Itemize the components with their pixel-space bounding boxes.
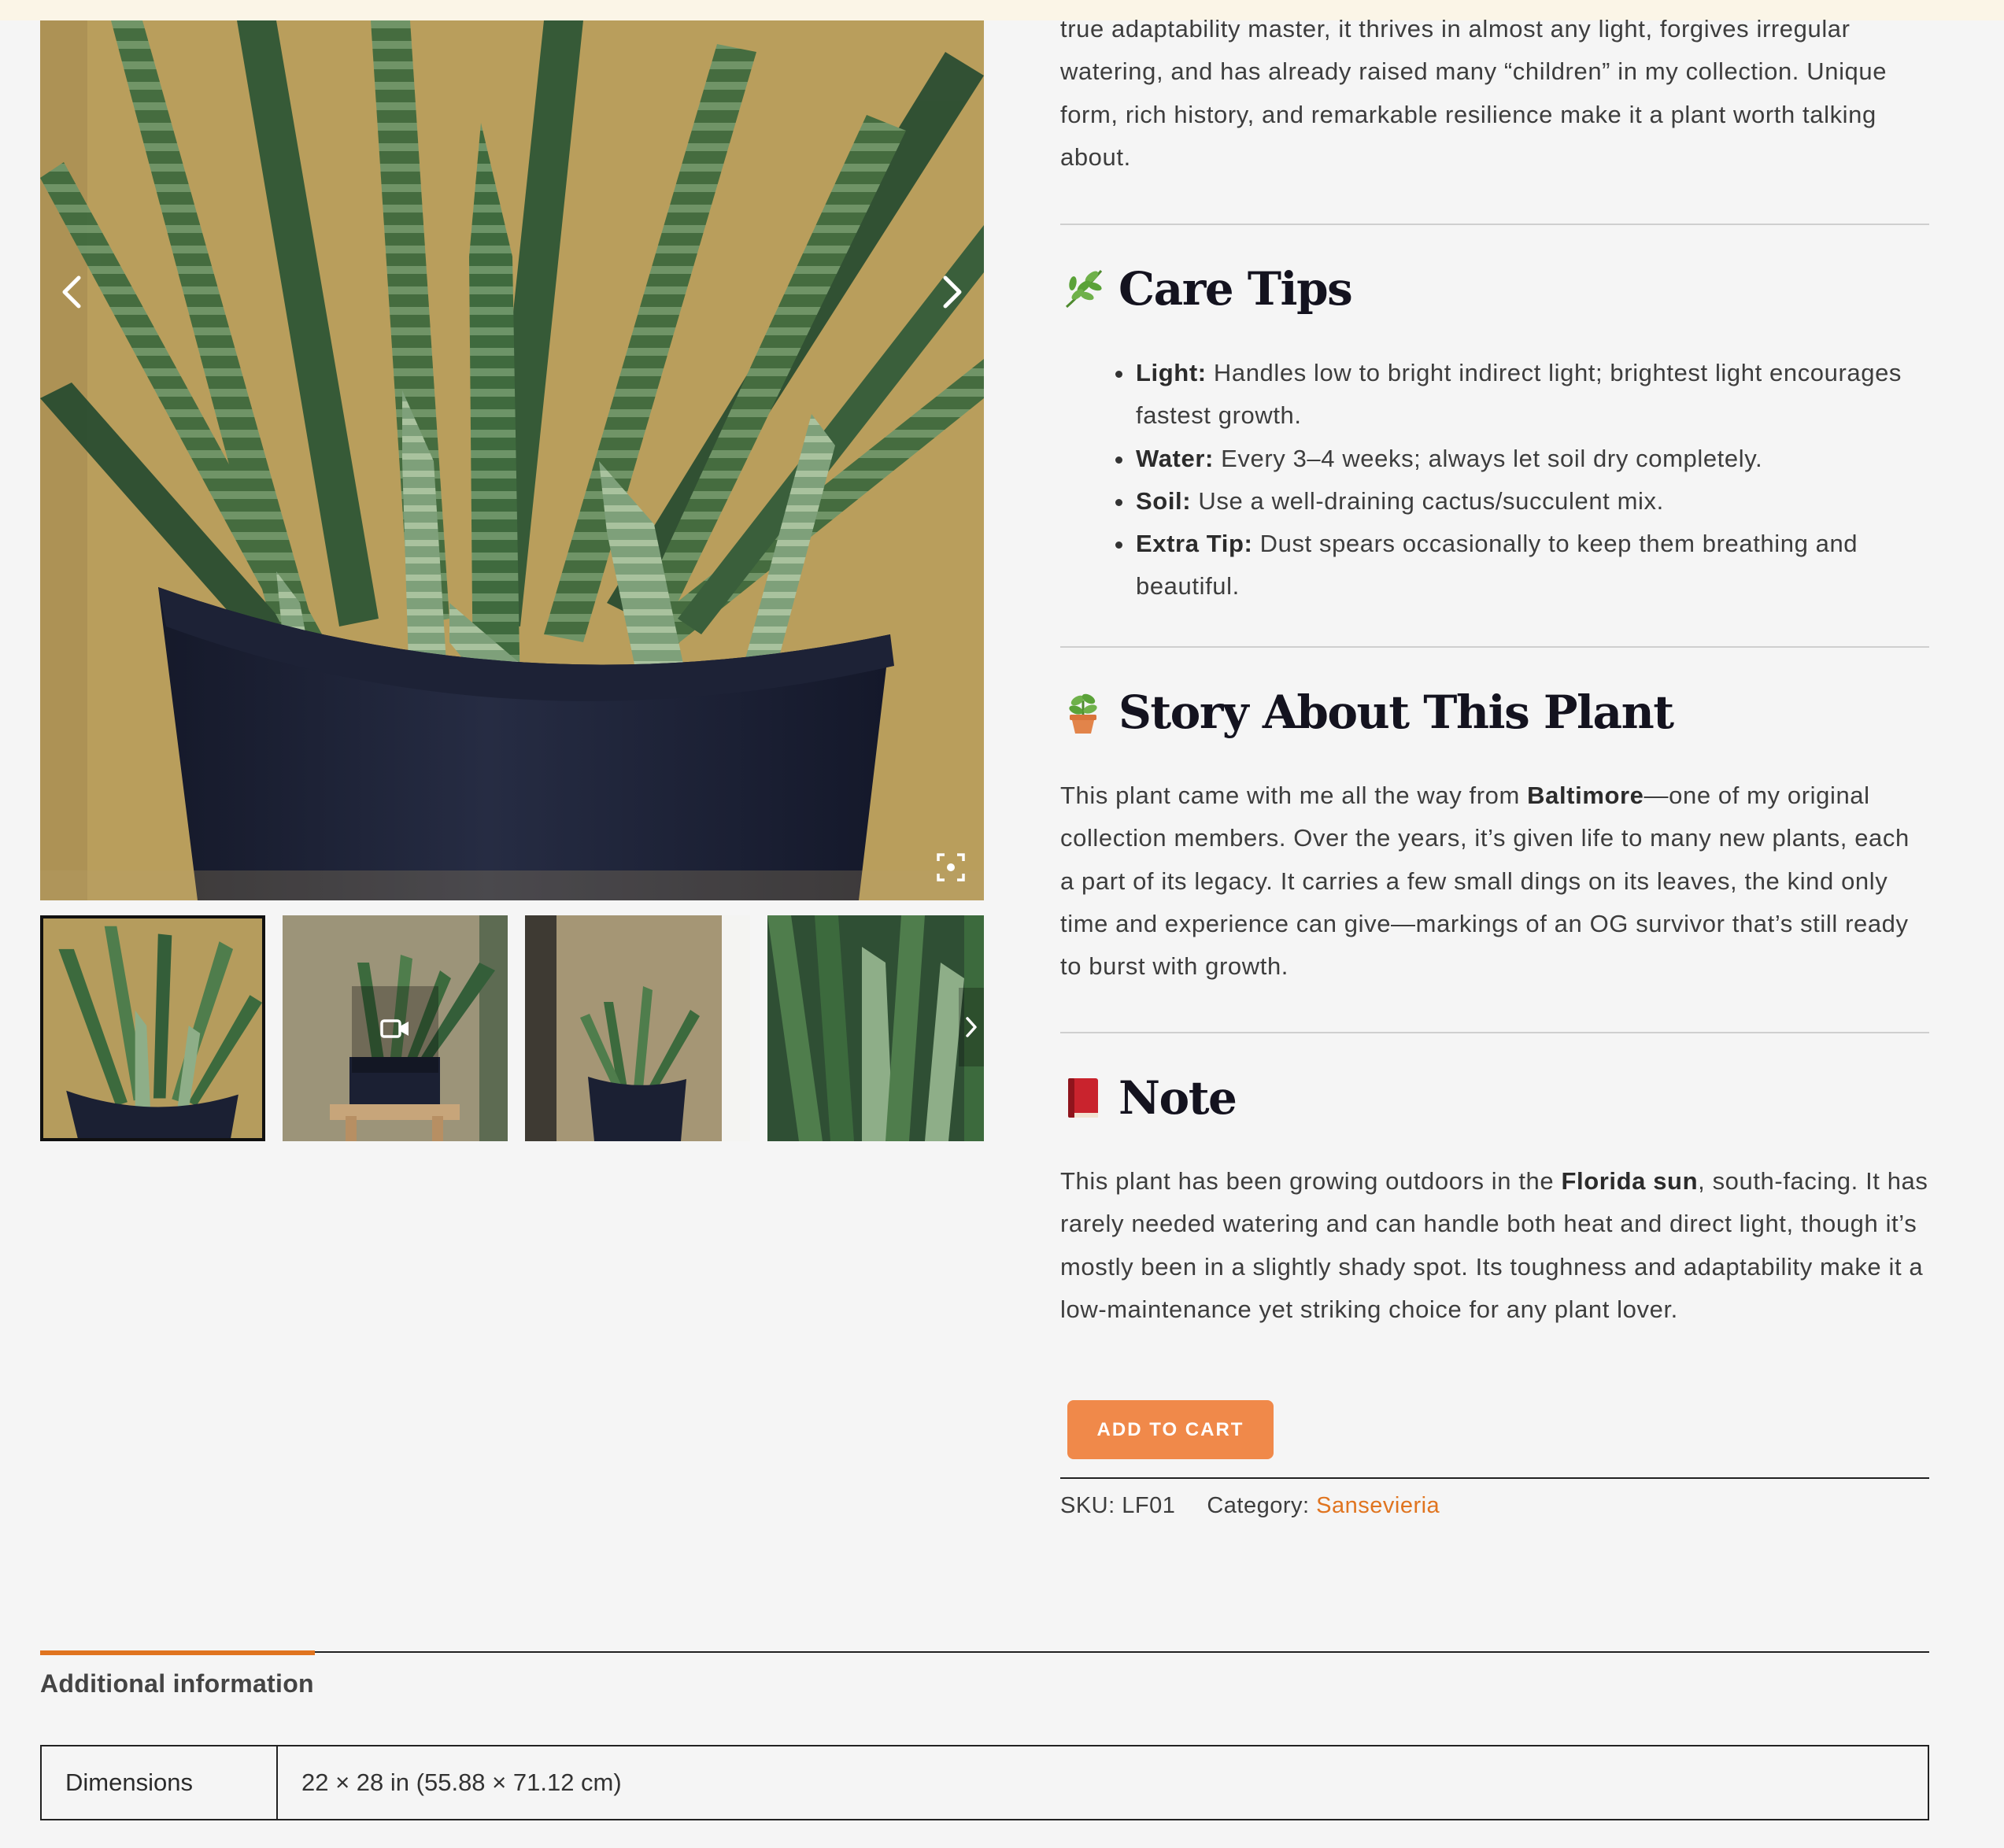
gallery-thumbnails (40, 915, 984, 1141)
table-row: Dimensions 22 × 28 in (55.88 × 71.12 cm) (40, 1745, 1929, 1820)
tip-text: Every 3–4 weeks; always let soil dry com… (1221, 444, 1763, 472)
divider (1060, 1032, 1929, 1033)
chevron-right-icon (943, 275, 962, 309)
tip-text: Use a well-draining cactus/succulent mix… (1198, 486, 1664, 515)
category-label: Category: (1207, 1493, 1310, 1518)
divider (1060, 224, 1929, 225)
thumbnail-2-video[interactable] (283, 915, 508, 1141)
herb-icon (1060, 266, 1106, 312)
note-paragraph: This plant has been growing outdoors in … (1060, 1160, 1929, 1331)
story-heading: Story About This Plant (1060, 686, 1674, 739)
tip-text: Handles low to bright indirect light; br… (1136, 359, 1902, 430)
tip-label: Light: (1136, 359, 1207, 386)
sku-value: LF01 (1122, 1493, 1176, 1518)
list-item: Soil: Use a well-draining cactus/succule… (1115, 480, 1929, 523)
plant-photo (40, 20, 984, 900)
list-item: Water: Every 3–4 weeks; always let soil … (1115, 438, 1929, 480)
tab-additional-information[interactable]: Additional information (40, 1669, 314, 1698)
tip-label: Soil: (1136, 486, 1192, 515)
story-text-end: —one of my original collection members. … (1060, 782, 1910, 981)
add-to-cart-button[interactable]: ADD TO CART (1067, 1400, 1274, 1459)
zoom-icon (937, 853, 965, 881)
story-bold-text: Baltimore (1527, 782, 1644, 809)
attribute-value: 22 × 28 in (55.88 × 71.12 cm) (276, 1745, 1929, 1820)
thumbnails-next-button[interactable] (959, 988, 984, 1066)
potted-plant-icon (1060, 689, 1106, 735)
sku-label: SKU: (1060, 1493, 1115, 1518)
gallery-next-button[interactable] (929, 257, 976, 327)
intro-paragraph: true adaptability master, it thrives in … (1060, 15, 1888, 171)
list-item: Extra Tip: Dust spears occasionally to k… (1115, 523, 1929, 608)
care-tips-list: Light: Handles low to bright indirect li… (1060, 352, 1929, 608)
list-item: Light: Handles low to bright indirect li… (1115, 352, 1929, 438)
note-title: Note (1118, 1071, 1237, 1125)
chevron-right-icon (966, 1017, 977, 1037)
divider (1060, 646, 1929, 648)
attribute-name: Dimensions (40, 1745, 278, 1820)
note-heading: Note (1060, 1071, 1237, 1125)
story-title: Story About This Plant (1118, 686, 1674, 739)
thumbnail-1[interactable] (40, 915, 265, 1141)
product-main-image[interactable] (40, 20, 984, 900)
category-link[interactable]: Sansevieria (1316, 1493, 1440, 1518)
thumbnail-image (43, 918, 262, 1138)
care-tips-heading: Care Tips (1060, 262, 1353, 316)
active-tab-indicator (40, 1650, 315, 1655)
tabs-divider (40, 1651, 1929, 1653)
red-book-icon (1060, 1075, 1106, 1121)
note-bold-text: Florida sun (1561, 1167, 1699, 1195)
category: Category: Sansevieria (1207, 1493, 1440, 1519)
thumbnail-3[interactable] (525, 915, 750, 1141)
product-meta: SKU: LF01 Category: Sansevieria (1060, 1493, 1440, 1519)
story-text-start: This plant came with me all the way from (1060, 782, 1528, 809)
care-tips-title: Care Tips (1118, 262, 1353, 316)
thumbnail-image (525, 915, 750, 1141)
story-paragraph: This plant came with me all the way from… (1060, 774, 1929, 988)
additional-info-table: Dimensions 22 × 28 in (55.88 × 71.12 cm) (40, 1745, 1929, 1820)
sku: SKU: LF01 (1060, 1493, 1175, 1519)
note-text-start: This plant has been growing outdoors in … (1060, 1167, 1562, 1195)
zoom-button[interactable] (929, 845, 973, 889)
chevron-left-icon (62, 275, 81, 309)
video-camera-icon (380, 1018, 410, 1040)
thumbnail-image (767, 915, 984, 1141)
thumbnail-4[interactable] (767, 915, 984, 1141)
divider (1060, 1477, 1929, 1479)
gallery-prev-button[interactable] (48, 257, 95, 327)
tip-label: Extra Tip: (1136, 530, 1253, 558)
tip-label: Water: (1136, 444, 1214, 472)
